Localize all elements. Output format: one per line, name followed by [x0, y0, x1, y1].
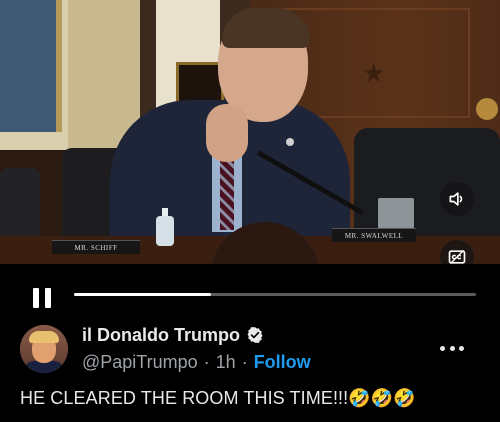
- author-handle[interactable]: @PapiTrumpo: [82, 352, 198, 373]
- author-name-row: il Donaldo Trumpo: [82, 323, 264, 347]
- background-wall: [0, 0, 140, 150]
- speaker-hand: [206, 104, 248, 162]
- post-text: HE CLEARED THE ROOM THIS TIME!!!🤣🤣🤣: [20, 388, 416, 408]
- wall-plaque: [176, 62, 224, 104]
- progress-bar[interactable]: [74, 293, 476, 296]
- nameplate-left: MR. SCHIFF: [52, 240, 140, 254]
- post-time[interactable]: 1h: [216, 352, 236, 373]
- door-knob: [476, 98, 498, 120]
- video-player[interactable]: ★ MR. SCHIFF MR. SWALWELL: [0, 0, 500, 264]
- necktie: [220, 150, 234, 230]
- verified-badge-icon: [247, 327, 263, 343]
- star-ornament: ★: [362, 58, 386, 88]
- progress-fill: [74, 293, 211, 296]
- sanitizer-bottle: [156, 216, 174, 246]
- nameplate-right: MR. SWALWELL: [332, 228, 416, 242]
- avatar[interactable]: [20, 325, 68, 373]
- more-options-icon[interactable]: [440, 340, 464, 356]
- separator-dot: ·: [203, 351, 210, 372]
- speaker-volume-icon: [449, 192, 463, 206]
- follow-button[interactable]: Follow: [254, 352, 311, 373]
- closed-captions-icon: [448, 249, 466, 264]
- volume-button[interactable]: [440, 182, 474, 216]
- pause-icon[interactable]: [33, 288, 51, 308]
- separator-dot: ·: [241, 351, 248, 372]
- lapel-pin: [286, 138, 294, 146]
- water-cup: [378, 198, 414, 232]
- display-name[interactable]: il Donaldo Trumpo: [82, 325, 240, 346]
- author-meta-row: @PapiTrumpo · 1h · Follow: [82, 351, 311, 373]
